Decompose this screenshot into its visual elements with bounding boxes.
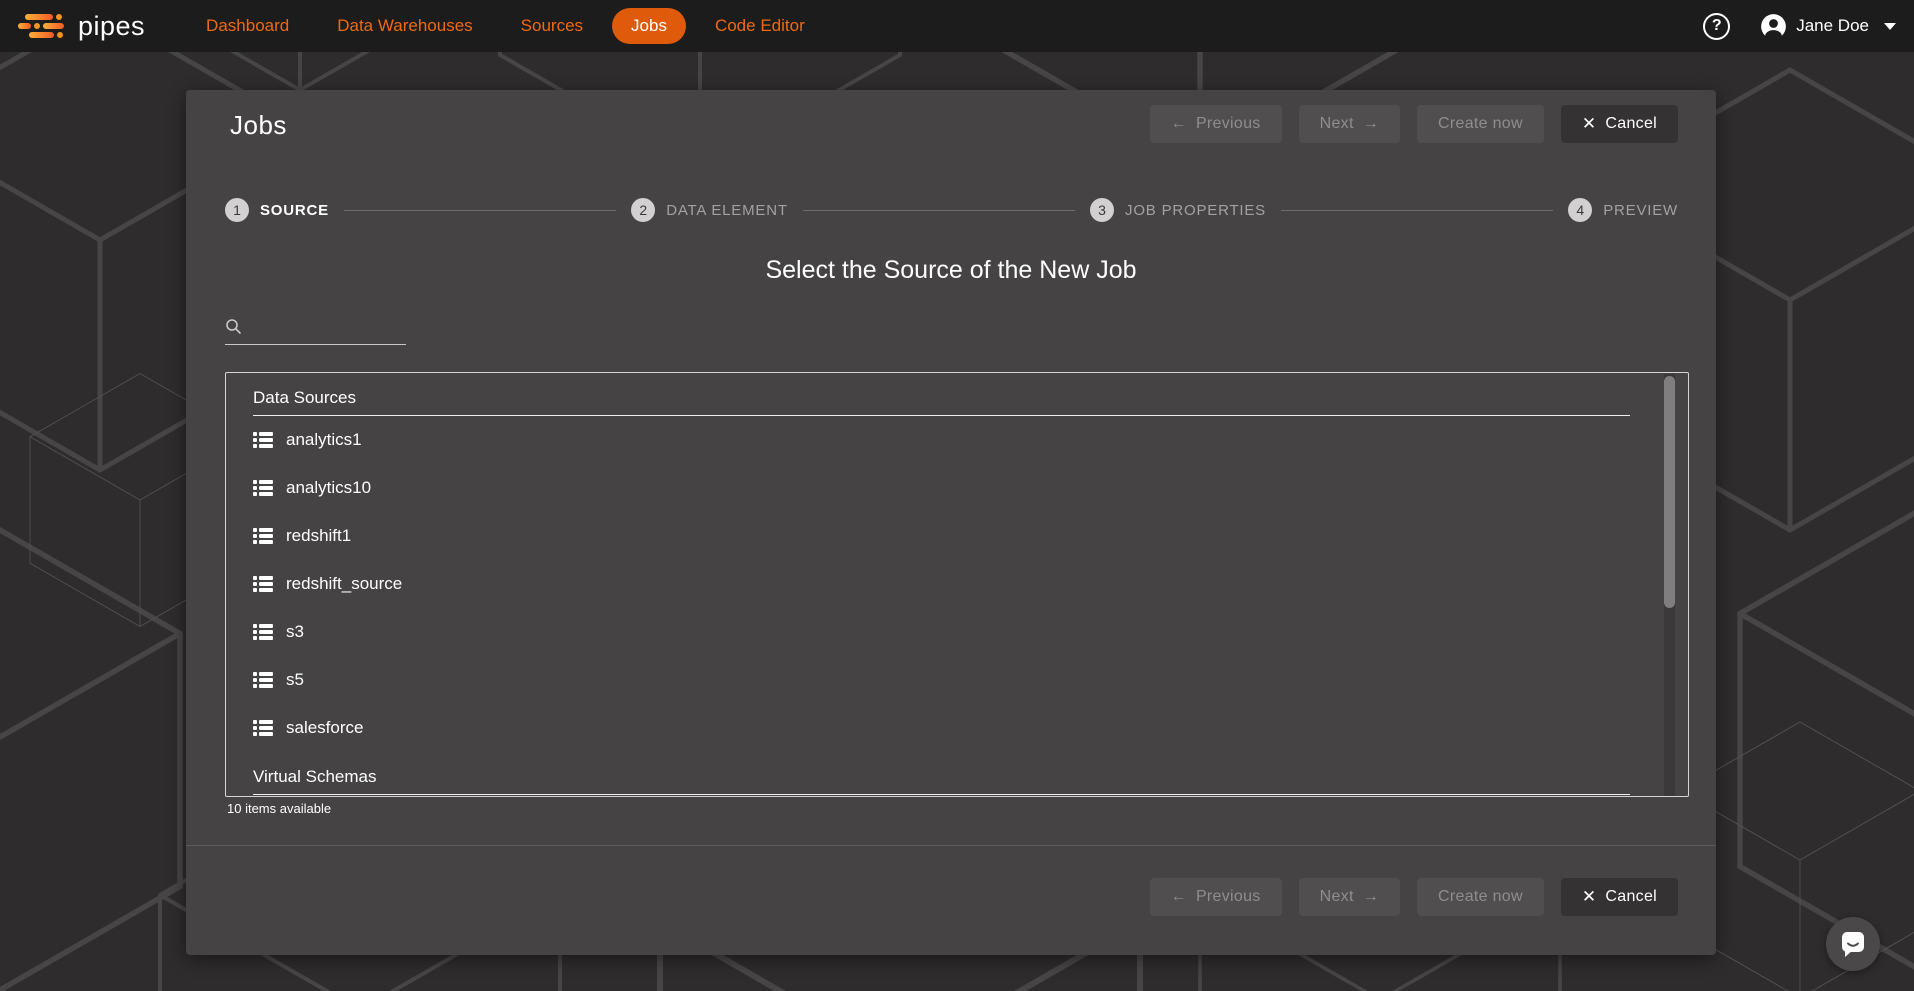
brand[interactable]: pipes bbox=[18, 11, 145, 42]
item-label: s3 bbox=[286, 622, 304, 642]
cancel-label: Cancel bbox=[1605, 888, 1657, 906]
storage-icon bbox=[253, 432, 273, 448]
next-label: Next bbox=[1320, 115, 1354, 133]
list-item-s5[interactable]: s5 bbox=[226, 656, 1688, 704]
next-button[interactable]: Next → bbox=[1299, 878, 1400, 916]
step-connector bbox=[1281, 210, 1553, 211]
item-label: redshift_source bbox=[286, 574, 402, 594]
wizard-step-job-properties[interactable]: 3 JOB PROPERTIES bbox=[1090, 198, 1266, 222]
wizard-step-source[interactable]: 1 SOURCE bbox=[225, 198, 329, 222]
main-nav: Dashboard Data Warehouses Sources Jobs Code … bbox=[187, 8, 824, 44]
step-number: 2 bbox=[631, 198, 655, 222]
storage-icon bbox=[253, 720, 273, 736]
item-label: analytics1 bbox=[286, 430, 362, 450]
step-label: SOURCE bbox=[260, 202, 329, 219]
search-input[interactable] bbox=[249, 318, 406, 335]
list-item-analytics1[interactable]: analytics1 bbox=[226, 416, 1688, 464]
source-search bbox=[225, 318, 406, 345]
list-item-s3[interactable]: s3 bbox=[226, 608, 1688, 656]
list-item-redshift_source[interactable]: redshift_source bbox=[226, 560, 1688, 608]
create-now-label: Create now bbox=[1438, 888, 1523, 906]
user-avatar-icon bbox=[1760, 13, 1787, 40]
nav-item-code-editor[interactable]: Code Editor bbox=[696, 8, 824, 44]
storage-icon bbox=[253, 480, 273, 496]
source-listbox: Data Sources analytics1 analytics10 bbox=[225, 372, 1689, 797]
step-connector bbox=[803, 210, 1075, 211]
wizard-step-data-element[interactable]: 2 DATA ELEMENT bbox=[631, 198, 788, 222]
group-label: Virtual Schemas bbox=[253, 767, 376, 786]
step-connector bbox=[344, 210, 616, 211]
footer-divider bbox=[186, 845, 1716, 846]
navbar-right: ? Jane Doe bbox=[1703, 13, 1896, 40]
group-label: Data Sources bbox=[253, 388, 356, 407]
step-heading: Select the Source of the New Job bbox=[186, 256, 1716, 285]
wizard-actions-bottom: ← Previous Next → Create now ✕ Cancel bbox=[1150, 878, 1678, 916]
previous-button[interactable]: ← Previous bbox=[1150, 105, 1282, 143]
chat-launcher-button[interactable] bbox=[1826, 917, 1880, 971]
user-name: Jane Doe bbox=[1796, 16, 1869, 36]
nav-item-jobs[interactable]: Jobs bbox=[612, 8, 686, 44]
wizard-actions-top: ← Previous Next → Create now ✕ Cancel bbox=[1150, 105, 1678, 143]
items-available-status: 10 items available bbox=[227, 801, 331, 816]
close-icon: ✕ bbox=[1582, 114, 1597, 134]
next-button[interactable]: Next → bbox=[1299, 105, 1400, 143]
nav-item-dashboard[interactable]: Dashboard bbox=[187, 8, 308, 44]
next-label: Next bbox=[1320, 888, 1354, 906]
nav-item-data-warehouses[interactable]: Data Warehouses bbox=[318, 8, 491, 44]
list-group-header: Data Sources bbox=[253, 388, 1630, 416]
item-label: redshift1 bbox=[286, 526, 351, 546]
chevron-down-icon bbox=[1884, 23, 1896, 30]
brand-name: pipes bbox=[78, 11, 145, 42]
wizard-stepper: 1 SOURCE 2 DATA ELEMENT 3 JOB PROPERTIES… bbox=[225, 198, 1678, 222]
list-item-redshift1[interactable]: redshift1 bbox=[226, 512, 1688, 560]
previous-label: Previous bbox=[1196, 115, 1261, 133]
cancel-button[interactable]: ✕ Cancel bbox=[1561, 105, 1678, 143]
list-item-salesforce[interactable]: salesforce bbox=[226, 704, 1688, 752]
step-label: DATA ELEMENT bbox=[666, 202, 788, 219]
item-label: salesforce bbox=[286, 718, 363, 738]
page-title: Jobs bbox=[230, 110, 287, 141]
item-label: s5 bbox=[286, 670, 304, 690]
step-number: 4 bbox=[1568, 198, 1592, 222]
nav-item-sources[interactable]: Sources bbox=[502, 8, 602, 44]
arrow-left-icon: ← bbox=[1171, 115, 1187, 133]
close-icon: ✕ bbox=[1582, 887, 1597, 907]
search-icon bbox=[225, 318, 242, 335]
arrow-right-icon: → bbox=[1363, 888, 1379, 906]
help-icon: ? bbox=[1712, 17, 1722, 35]
cancel-label: Cancel bbox=[1605, 115, 1657, 133]
item-label: analytics10 bbox=[286, 478, 371, 498]
jobs-wizard-panel: Jobs ← Previous Next → Create now ✕ Canc… bbox=[186, 90, 1716, 955]
storage-icon bbox=[253, 576, 273, 592]
list-item-analytics10[interactable]: analytics10 bbox=[226, 464, 1688, 512]
help-button[interactable]: ? bbox=[1703, 13, 1730, 40]
arrow-right-icon: → bbox=[1363, 115, 1379, 133]
storage-icon bbox=[253, 672, 273, 688]
create-now-button[interactable]: Create now bbox=[1417, 878, 1544, 916]
cancel-button[interactable]: ✕ Cancel bbox=[1561, 878, 1678, 916]
step-number: 1 bbox=[225, 198, 249, 222]
pipes-logo-icon bbox=[18, 14, 64, 38]
step-number: 3 bbox=[1090, 198, 1114, 222]
create-now-button[interactable]: Create now bbox=[1417, 105, 1544, 143]
top-navbar: pipes Dashboard Data Warehouses Sources Job… bbox=[0, 0, 1914, 52]
step-label: PREVIEW bbox=[1603, 202, 1678, 219]
scrollbar-track[interactable] bbox=[1664, 374, 1675, 797]
storage-icon bbox=[253, 528, 273, 544]
chat-bubble-icon bbox=[1838, 929, 1868, 959]
user-menu[interactable]: Jane Doe bbox=[1760, 13, 1896, 40]
storage-icon bbox=[253, 624, 273, 640]
scrollbar-thumb[interactable] bbox=[1664, 376, 1675, 608]
step-label: JOB PROPERTIES bbox=[1125, 202, 1266, 219]
arrow-left-icon: ← bbox=[1171, 888, 1187, 906]
list-group-header: Virtual Schemas bbox=[253, 767, 1630, 795]
previous-label: Previous bbox=[1196, 888, 1261, 906]
create-now-label: Create now bbox=[1438, 115, 1523, 133]
previous-button[interactable]: ← Previous bbox=[1150, 878, 1282, 916]
wizard-step-preview[interactable]: 4 PREVIEW bbox=[1568, 198, 1678, 222]
